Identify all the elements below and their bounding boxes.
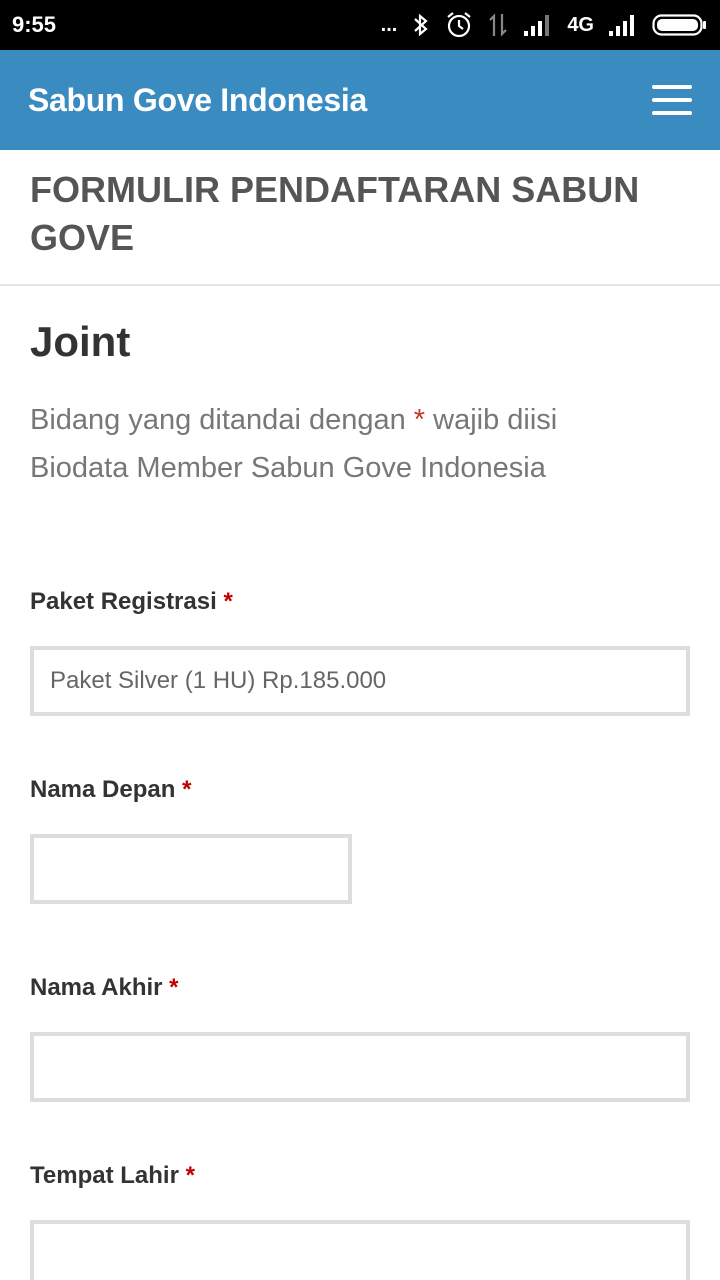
- required-note-suffix: wajib diisi: [425, 404, 558, 436]
- form-title: Joint: [30, 318, 131, 365]
- status-icons: ... 4G: [381, 11, 708, 39]
- required-marker: *: [185, 1162, 195, 1189]
- page-header: FORMULIR PENDAFTARAN SABUN GOVE: [0, 150, 720, 286]
- field-label-paket-registrasi: Paket Registrasi *: [30, 588, 233, 616]
- field-label-text: Paket Registrasi: [30, 588, 217, 615]
- field-label-nama-akhir: Nama Akhir *: [30, 974, 179, 1002]
- bluetooth-icon: [414, 13, 428, 37]
- required-note-prefix: Bidang yang ditandai dengan: [30, 404, 414, 436]
- network-type: 4G: [567, 13, 594, 36]
- paket-registrasi-input[interactable]: [30, 646, 690, 716]
- field-label-nama-depan: Nama Depan *: [30, 776, 191, 804]
- alarm-icon: [447, 12, 471, 38]
- signal-icon: [609, 15, 634, 36]
- form-description: Biodata Member Sabun Gove Indonesia: [30, 452, 546, 484]
- hamburger-menu-icon[interactable]: [652, 85, 692, 115]
- field-label-text: Tempat Lahir: [30, 1162, 179, 1189]
- app-title[interactable]: Sabun Gove Indonesia: [28, 82, 367, 119]
- tempat-lahir-input[interactable]: [30, 1220, 690, 1280]
- notification-dots: ...: [380, 13, 398, 36]
- status-time: 9:55: [12, 12, 57, 37]
- required-note: Bidang yang ditandai dengan * wajib diis…: [30, 404, 557, 437]
- battery-icon: [652, 14, 706, 36]
- status-bar: 9:55 ... 4G: [0, 0, 720, 50]
- required-marker: *: [223, 588, 233, 615]
- app-bar: Sabun Gove Indonesia: [0, 50, 720, 150]
- field-label-text: Nama Depan: [30, 776, 176, 803]
- page-title: FORMULIR PENDAFTARAN SABUN GOVE: [30, 169, 640, 258]
- data-transfer-icon: [489, 13, 508, 37]
- signal-icon: [524, 15, 550, 36]
- field-label-tempat-lahir: Tempat Lahir *: [30, 1162, 195, 1190]
- nama-depan-input[interactable]: [30, 834, 352, 904]
- nama-akhir-input[interactable]: [30, 1032, 690, 1102]
- field-label-text: Nama Akhir: [30, 974, 163, 1001]
- required-marker: *: [169, 974, 179, 1001]
- required-marker: *: [413, 404, 426, 436]
- required-marker: *: [182, 776, 192, 803]
